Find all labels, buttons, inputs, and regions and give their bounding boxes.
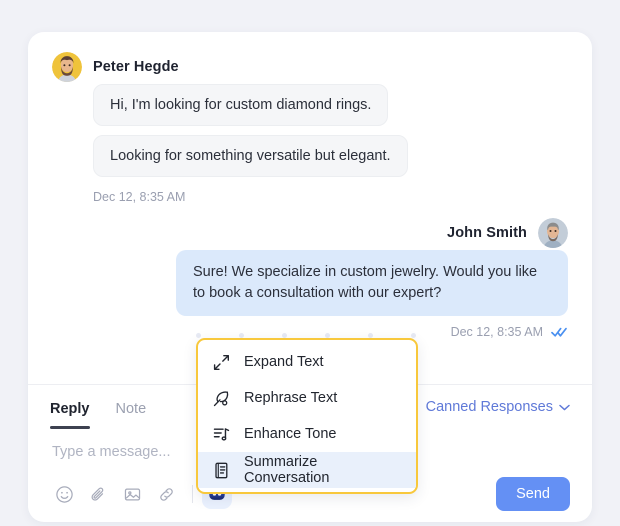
message-bubble[interactable]: Looking for something versatile but eleg… [93, 135, 408, 177]
expand-arrows-icon [212, 353, 231, 372]
menu-item-enhance-tone[interactable]: Enhance Tone [198, 416, 416, 452]
feather-pen-icon [212, 389, 231, 408]
chevron-down-icon [559, 399, 570, 415]
document-icon [212, 461, 231, 480]
dot [411, 333, 416, 338]
bubble-row: Sure! We specialize in custom jewelry. W… [52, 250, 568, 316]
message-group-incoming: Peter Hegde Hi, I'm looking for custom d… [52, 50, 568, 204]
app-screen: Peter Hegde Hi, I'm looking for custom d… [0, 0, 620, 526]
toolbar-divider [192, 485, 193, 503]
menu-item-label: Summarize Conversation [244, 454, 330, 486]
bubble-row: Looking for something versatile but eleg… [52, 135, 568, 186]
canned-responses-button[interactable]: Canned Responses [426, 399, 570, 415]
menu-item-label: Rephrase Text [244, 390, 338, 406]
canned-responses-label: Canned Responses [425, 399, 553, 415]
message-bubble[interactable]: Sure! We specialize in custom jewelry. W… [176, 250, 568, 316]
avatar-john-smith[interactable] [538, 218, 568, 248]
ai-assist-menu: Expand Text Rephrase Text Enhance Tone S… [196, 338, 418, 494]
message-header-incoming: Peter Hegde [52, 50, 568, 84]
link-icon[interactable] [152, 480, 180, 508]
message-bubble[interactable]: Hi, I'm looking for custom diamond rings… [93, 84, 389, 126]
menu-item-label: Enhance Tone [244, 426, 337, 442]
message-timestamp: Dec 12, 8:35 AM [450, 325, 543, 339]
bubble-row: Hi, I'm looking for custom diamond rings… [52, 84, 568, 135]
message-header-outgoing: John Smith [52, 216, 568, 250]
sender-name-john: John Smith [447, 225, 527, 241]
conversation-thread: Peter Hegde Hi, I'm looking for custom d… [28, 32, 592, 384]
dot [196, 333, 201, 338]
tab-reply[interactable]: Reply [50, 385, 90, 429]
emoji-icon[interactable] [50, 480, 78, 508]
sender-name-peter: Peter Hegde [93, 59, 179, 75]
menu-item-rephrase-text[interactable]: Rephrase Text [198, 380, 416, 416]
avatar-peter-hegde[interactable] [52, 52, 82, 82]
attachment-icon[interactable] [84, 480, 112, 508]
send-button[interactable]: Send [496, 477, 570, 511]
tone-music-icon [212, 425, 231, 444]
double-check-read-icon [551, 326, 568, 338]
menu-item-expand-text[interactable]: Expand Text [198, 344, 416, 380]
message-timestamp: Dec 12, 8:35 AM [93, 190, 186, 204]
image-icon[interactable] [118, 480, 146, 508]
message-group-outgoing: John Smith Sure! We specialize in custom… [52, 216, 568, 339]
menu-item-label: Expand Text [244, 354, 324, 370]
menu-item-summarize-conversation[interactable]: Summarize Conversation [198, 452, 416, 488]
tab-note[interactable]: Note [116, 385, 147, 429]
